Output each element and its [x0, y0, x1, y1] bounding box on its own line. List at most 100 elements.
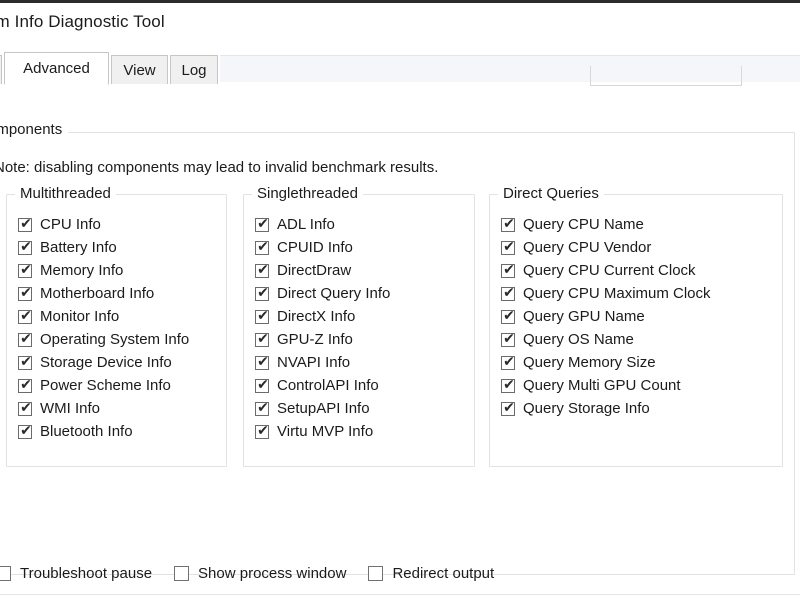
checkmark-icon: ✔ [20, 240, 32, 255]
checkbox-checked-icon[interactable]: ✔ [255, 379, 269, 393]
checkbox-unchecked-icon[interactable] [174, 566, 189, 581]
checkbox-query-gpu-name[interactable]: ✔ Query GPU Name [490, 305, 782, 328]
checkmark-icon: ✔ [503, 263, 515, 278]
checkbox-storage-device-info[interactable]: ✔Storage Device Info [7, 351, 226, 374]
checkbox-operating-system-info[interactable]: ✔Operating System Info [7, 328, 226, 351]
app-window: em Info Diagnostic Tool nAdvancedViewLog… [0, 0, 800, 600]
window-top-edge [0, 0, 800, 3]
checkbox-checked-icon[interactable]: ✔ [255, 425, 269, 439]
checkbox-setupapi-info-label: SetupAPI Info [277, 401, 370, 417]
checkbox-query-memory-size[interactable]: ✔Query Memory Size [490, 351, 782, 374]
window-title: em Info Diagnostic Tool [0, 12, 165, 32]
tab-advanced[interactable]: Advanced [4, 52, 109, 85]
checkbox-query-os-name[interactable]: ✔ Query OS Name [490, 328, 782, 351]
checkbox-checked-icon[interactable]: ✔ [18, 264, 32, 278]
checkbox-checked-icon[interactable]: ✔ [501, 356, 515, 370]
checkbox-query-os-name-label: Query OS Name [523, 332, 634, 348]
checkbox-battery-info[interactable]: ✔Battery Info [7, 236, 226, 259]
checkbox-monitor-info[interactable]: ✔ Monitor Info [7, 305, 226, 328]
checkbox-checked-icon[interactable]: ✔ [18, 402, 32, 416]
checkbox-direct-query-info[interactable]: ✔Direct Query Info [244, 282, 474, 305]
checkbox-checked-icon[interactable]: ✔ [255, 333, 269, 347]
checkbox-checked-icon[interactable]: ✔ [18, 356, 32, 370]
checkbox-motherboard-info[interactable]: ✔Motherboard Info [7, 282, 226, 305]
checkbox-query-multi-gpu-count[interactable]: ✔ Query Multi GPU Count [490, 374, 782, 397]
checkbox-query-gpu-name-label: Query GPU Name [523, 309, 645, 325]
checkbox-checked-icon[interactable]: ✔ [255, 402, 269, 416]
checkbox-checked-icon[interactable]: ✔ [501, 310, 515, 324]
checkmark-icon: ✔ [257, 378, 269, 393]
checkbox-bluetooth-info[interactable]: ✔ Bluetooth Info [7, 420, 226, 443]
checkbox-checked-icon[interactable]: ✔ [18, 379, 32, 393]
checkbox-virtu-mvp-info-label: Virtu MVP Info [277, 424, 373, 440]
checkbox-checked-icon[interactable]: ✔ [501, 333, 515, 347]
checkbox-checked-icon[interactable]: ✔ [18, 310, 32, 324]
checkbox-memory-info[interactable]: ✔ Memory Info [7, 259, 226, 282]
checkbox-query-cpu-vendor-label: Query CPU Vendor [523, 240, 651, 256]
checkmark-icon: ✔ [257, 286, 269, 301]
checkbox-memory-info-label: Memory Info [40, 263, 123, 279]
checkmark-icon: ✔ [257, 401, 269, 416]
checkbox-checked-icon[interactable]: ✔ [18, 218, 32, 232]
tab-view[interactable]: View [111, 55, 168, 84]
checkmark-icon: ✔ [503, 309, 515, 324]
checkbox-troubleshoot-pause[interactable]: Troubleshoot pause [0, 562, 152, 585]
checkbox-wmi-info[interactable]: ✔ WMI Info [7, 397, 226, 420]
checkbox-query-cpu-maximum-clock[interactable]: ✔Query CPU Maximum Clock [490, 282, 782, 305]
checkbox-nvapi-info[interactable]: ✔NVAPI Info [244, 351, 474, 374]
checkbox-power-scheme-info[interactable]: ✔Power Scheme Info [7, 374, 226, 397]
checkbox-cpu-info[interactable]: ✔CPU Info [7, 213, 226, 236]
checkbox-query-storage-info[interactable]: ✔ Query Storage Info [490, 397, 782, 420]
checkbox-checked-icon[interactable]: ✔ [18, 333, 32, 347]
checkbox-checked-icon[interactable]: ✔ [501, 287, 515, 301]
checkbox-checked-icon[interactable]: ✔ [501, 218, 515, 232]
checkbox-checked-icon[interactable]: ✔ [255, 310, 269, 324]
checkbox-directx-info[interactable]: ✔DirectX Info [244, 305, 474, 328]
checkbox-monitor-info-label: Monitor Info [40, 309, 119, 325]
checkbox-query-multi-gpu-count-label: Query Multi GPU Count [523, 378, 681, 394]
checkbox-checked-icon[interactable]: ✔ [255, 241, 269, 255]
checkbox-query-storage-info-label: Query Storage Info [523, 401, 650, 417]
checkbox-controlapi-info[interactable]: ✔ ControlAPI Info [244, 374, 474, 397]
checkmark-icon: ✔ [20, 217, 32, 232]
checkbox-checked-icon[interactable]: ✔ [501, 241, 515, 255]
checkbox-checked-icon[interactable]: ✔ [501, 379, 515, 393]
checkbox-checked-icon[interactable]: ✔ [18, 287, 32, 301]
checkbox-redirect-output[interactable]: Redirect output [368, 562, 494, 585]
checkmark-icon: ✔ [20, 355, 32, 370]
checkbox-checked-icon[interactable]: ✔ [255, 218, 269, 232]
checkbox-query-cpu-current-clock[interactable]: ✔ Query CPU Current Clock [490, 259, 782, 282]
groupbox-direct-queries-legend: Direct Queries [498, 185, 604, 202]
checkbox-gpu-z-info-label: GPU-Z Info [277, 332, 353, 348]
checkbox-checked-icon[interactable]: ✔ [18, 241, 32, 255]
checkbox-troubleshoot-pause-label: Troubleshoot pause [20, 566, 152, 582]
checkbox-checked-icon[interactable]: ✔ [255, 287, 269, 301]
checkbox-checked-icon[interactable]: ✔ [255, 356, 269, 370]
checkmark-icon: ✔ [20, 309, 32, 324]
groupbox-direct-queries-items: ✔Query CPU Name✔Query CPU Vendor✔Query C… [490, 213, 782, 420]
checkbox-query-cpu-vendor[interactable]: ✔ Query CPU Vendor [490, 236, 782, 259]
tab-log[interactable]: Log [170, 55, 218, 84]
checkbox-directdraw-label: DirectDraw [277, 263, 351, 279]
checkbox-checked-icon[interactable]: ✔ [501, 264, 515, 278]
checkbox-cpuid-info[interactable]: ✔CPUID Info [244, 236, 474, 259]
checkbox-show-process-window[interactable]: Show process window [174, 562, 346, 585]
checkbox-bluetooth-info-label: Bluetooth Info [40, 424, 133, 440]
checkbox-checked-icon[interactable]: ✔ [18, 425, 32, 439]
checkbox-checked-icon[interactable]: ✔ [501, 402, 515, 416]
checkbox-unchecked-icon[interactable] [0, 566, 11, 581]
checkbox-query-cpu-name[interactable]: ✔Query CPU Name [490, 213, 782, 236]
checkbox-virtu-mvp-info[interactable]: ✔ Virtu MVP Info [244, 420, 474, 443]
checkbox-query-cpu-current-clock-label: Query CPU Current Clock [523, 263, 696, 279]
checkbox-gpu-z-info[interactable]: ✔ GPU-Z Info [244, 328, 474, 351]
checkbox-controlapi-info-label: ControlAPI Info [277, 378, 379, 394]
checkbox-wmi-info-label: WMI Info [40, 401, 100, 417]
checkbox-setupapi-info[interactable]: ✔ SetupAPI Info [244, 397, 474, 420]
checkbox-unchecked-icon[interactable] [368, 566, 383, 581]
checkbox-adl-info[interactable]: ✔ADL Info [244, 213, 474, 236]
checkbox-checked-icon[interactable]: ✔ [255, 264, 269, 278]
components-note-text: Note: disabling components may lead to i… [0, 159, 438, 176]
checkbox-directdraw[interactable]: ✔ DirectDraw [244, 259, 474, 282]
tab-page-advanced: omponents Note: disabling components may… [0, 84, 800, 600]
tab-n[interactable]: n [0, 55, 2, 84]
